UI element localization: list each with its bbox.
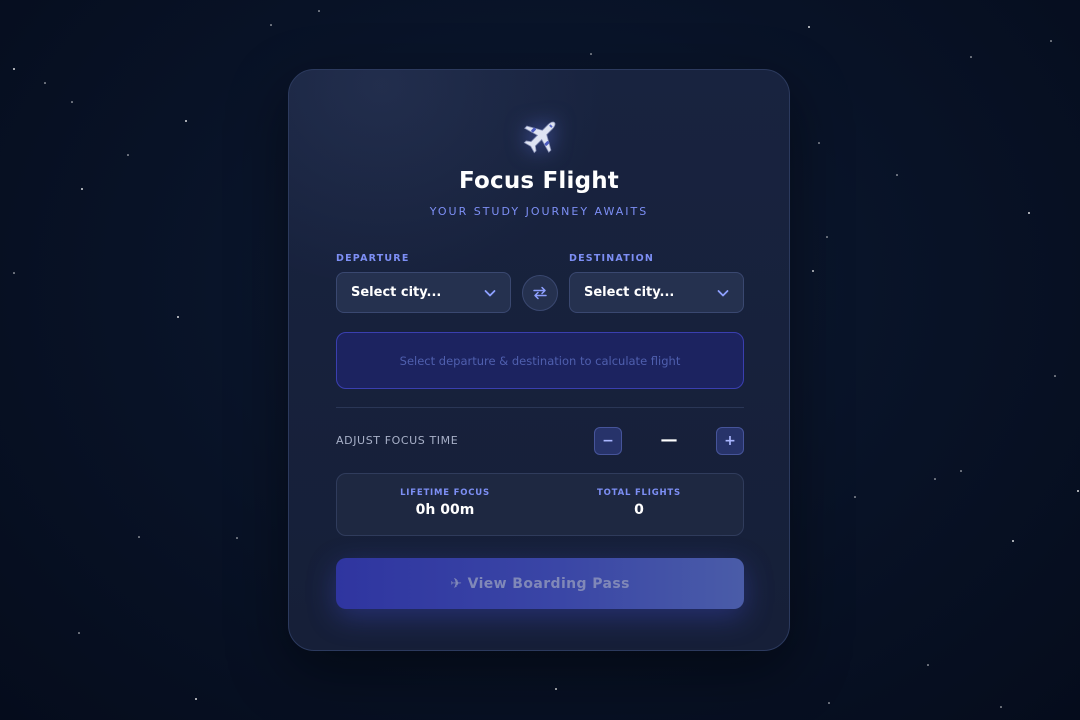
- divider: [336, 407, 744, 408]
- chevron-down-icon: [717, 290, 729, 297]
- star: [44, 82, 46, 84]
- star: [236, 537, 238, 539]
- app-subtitle: YOUR STUDY JOURNEY AWAITS: [429, 205, 649, 218]
- star: [127, 154, 129, 156]
- star: [270, 24, 272, 26]
- star: [1050, 40, 1052, 42]
- view-boarding-pass-label: ✈ View Boarding Pass: [450, 575, 630, 592]
- total-flights-label: TOTAL FLIGHTS: [597, 488, 681, 498]
- star: [818, 142, 820, 144]
- total-flights-stat: TOTAL FLIGHTS 0: [539, 488, 739, 518]
- decrease-time-button[interactable]: −: [594, 427, 622, 455]
- departure-select[interactable]: Select city...: [336, 272, 511, 313]
- flight-info-message: Select departure & destination to calcul…: [399, 353, 681, 368]
- star: [927, 664, 929, 666]
- star: [1054, 375, 1056, 377]
- focus-time-value: —: [660, 430, 678, 450]
- flight-info-box: Select departure & destination to calcul…: [336, 332, 744, 389]
- star: [1077, 490, 1079, 492]
- airplane-icon: [523, 121, 556, 154]
- star: [78, 632, 80, 634]
- chevron-down-icon: [484, 290, 496, 297]
- destination-label: DESTINATION: [569, 253, 655, 264]
- star: [828, 702, 830, 704]
- lifetime-focus-value: 0h 00m: [415, 502, 475, 518]
- star: [960, 470, 962, 472]
- star: [13, 272, 15, 274]
- star: [1000, 706, 1002, 708]
- star: [138, 536, 140, 538]
- star: [318, 10, 320, 12]
- star: [934, 478, 936, 480]
- star: [13, 68, 15, 70]
- star: [177, 316, 179, 318]
- star: [808, 26, 810, 28]
- increase-time-button[interactable]: +: [716, 427, 744, 455]
- star: [896, 174, 898, 176]
- total-flights-value: 0: [634, 502, 644, 518]
- swap-arrows-icon: [533, 286, 547, 300]
- star: [1028, 212, 1030, 214]
- departure-label: DEPARTURE: [336, 253, 410, 264]
- star: [185, 120, 187, 122]
- focus-flight-card: Focus Flight YOUR STUDY JOURNEY AWAITS D…: [288, 69, 790, 651]
- destination-select[interactable]: Select city...: [569, 272, 744, 313]
- departure-select-value: Select city...: [351, 285, 442, 300]
- lifetime-focus-label: LIFETIME FOCUS: [400, 488, 490, 498]
- stats-panel: LIFETIME FOCUS 0h 00m TOTAL FLIGHTS 0: [336, 473, 744, 536]
- view-boarding-pass-button[interactable]: ✈ View Boarding Pass: [336, 558, 744, 609]
- star: [555, 688, 557, 690]
- swap-cities-button[interactable]: [522, 275, 558, 311]
- star: [81, 188, 83, 190]
- star: [970, 56, 972, 58]
- star: [590, 53, 592, 55]
- destination-select-value: Select city...: [584, 285, 675, 300]
- star: [812, 270, 814, 272]
- lifetime-focus-stat: LIFETIME FOCUS 0h 00m: [345, 488, 545, 518]
- adjust-focus-time-label: ADJUST FOCUS TIME: [336, 434, 459, 447]
- app-title: Focus Flight: [459, 168, 619, 194]
- star: [854, 496, 856, 498]
- star: [1012, 540, 1014, 542]
- star: [826, 236, 828, 238]
- star: [71, 101, 73, 103]
- star: [195, 698, 197, 700]
